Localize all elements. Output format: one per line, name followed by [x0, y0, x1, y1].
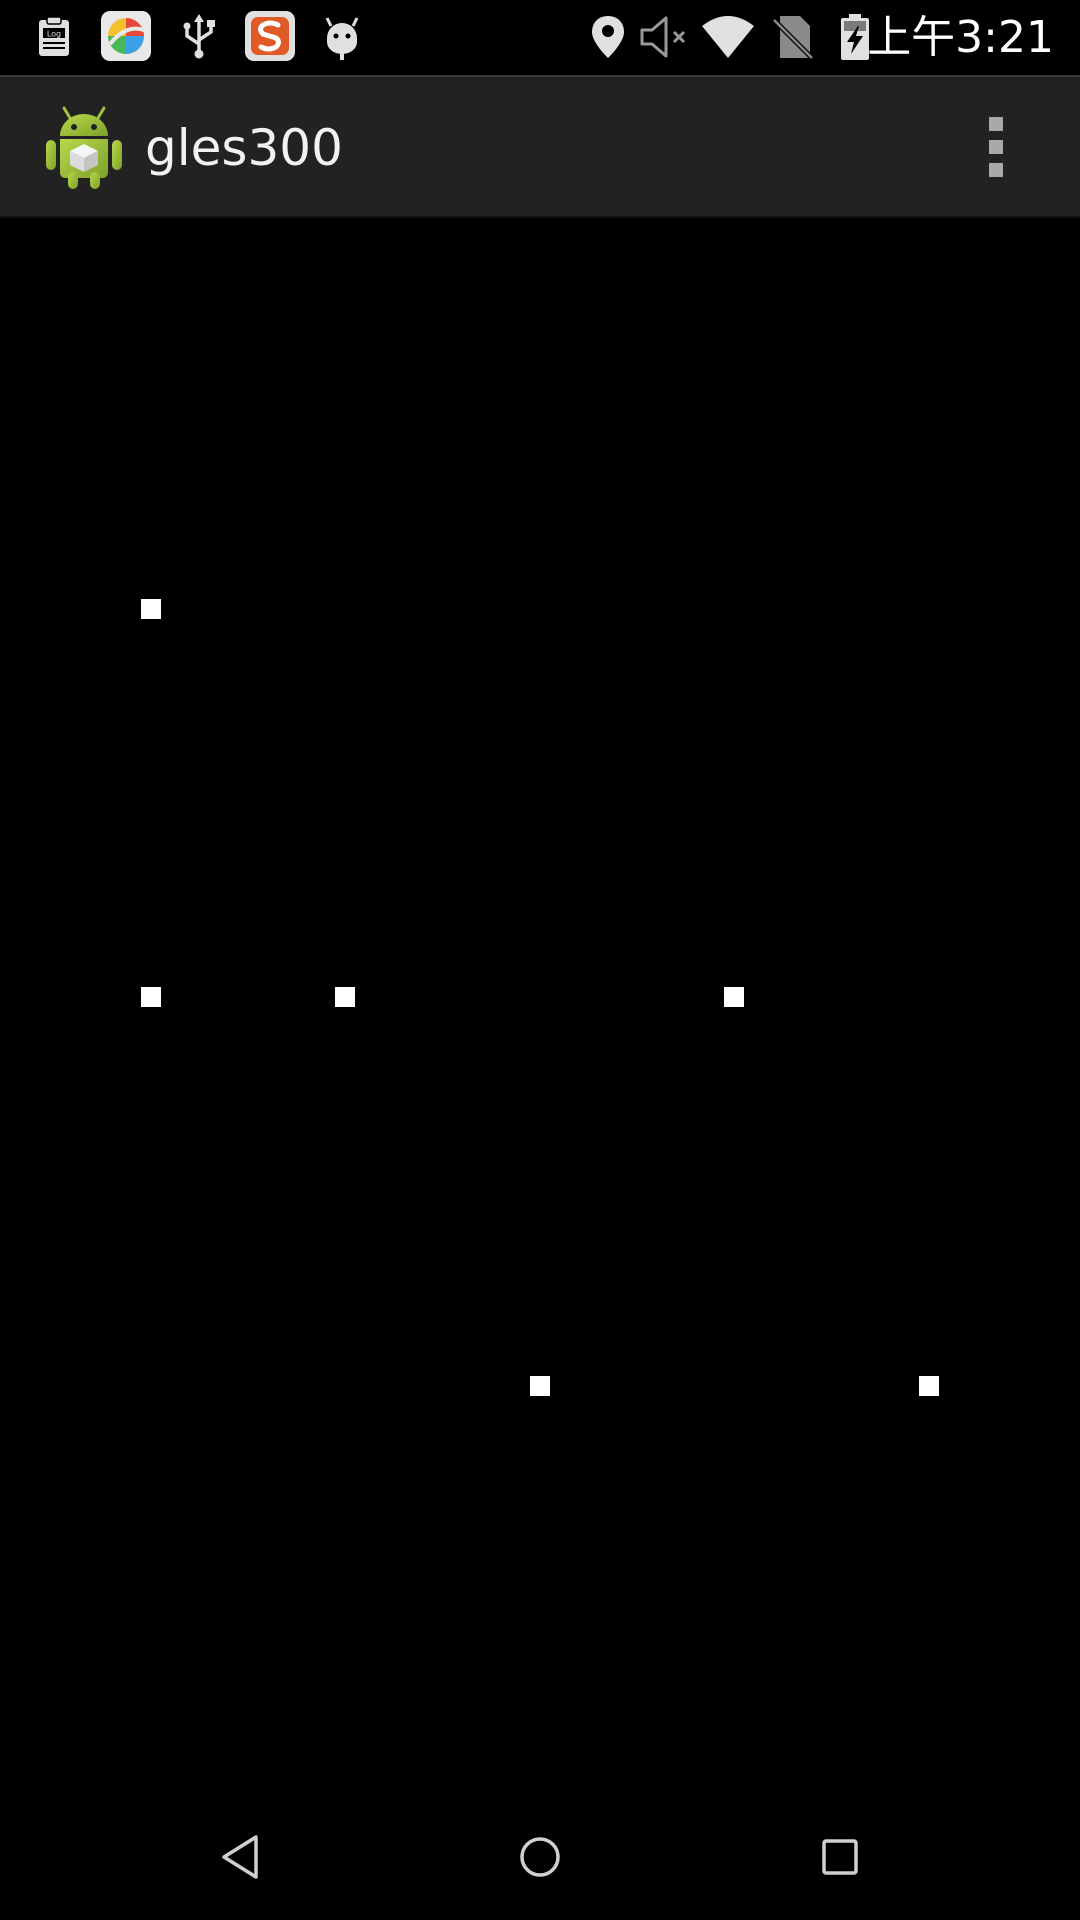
gl-point [335, 987, 355, 1007]
navigation-bar [0, 1795, 1080, 1920]
overflow-menu-dot [989, 117, 1003, 131]
volume-muted-icon [640, 16, 686, 58]
wifi-icon [702, 16, 754, 58]
android-cube-icon [46, 106, 122, 189]
svg-text:Log: Log [47, 30, 61, 39]
status-time: 上午3:21 [867, 12, 1054, 63]
log-notification-icon: Log [39, 16, 69, 56]
home-icon[interactable] [500, 1817, 580, 1897]
back-icon[interactable] [200, 1817, 280, 1897]
location-icon [592, 16, 624, 58]
gl-point [141, 599, 161, 619]
gl-point [919, 1376, 939, 1396]
overflow-menu-dot [989, 163, 1003, 177]
overflow-menu-dot [989, 140, 1003, 154]
recents-icon[interactable] [800, 1817, 880, 1897]
gl-point [141, 987, 161, 1007]
app-title: gles300 [145, 119, 343, 177]
gl-surface-view[interactable] [0, 218, 1080, 1795]
usb-icon [183, 14, 215, 59]
screen: Log 上午3:21 gles300 [0, 0, 1080, 1920]
status-bar: Log 上午3:21 [0, 0, 1080, 75]
gl-point [724, 987, 744, 1007]
sogou-input-icon [245, 11, 295, 61]
action-bar: gles300 [0, 75, 1080, 218]
gl-point [530, 1376, 550, 1396]
overflow-menu-button[interactable] [968, 107, 1024, 187]
no-sim-icon [772, 16, 814, 60]
game-center-notification-icon [101, 11, 151, 61]
android-debug-icon [325, 17, 359, 60]
